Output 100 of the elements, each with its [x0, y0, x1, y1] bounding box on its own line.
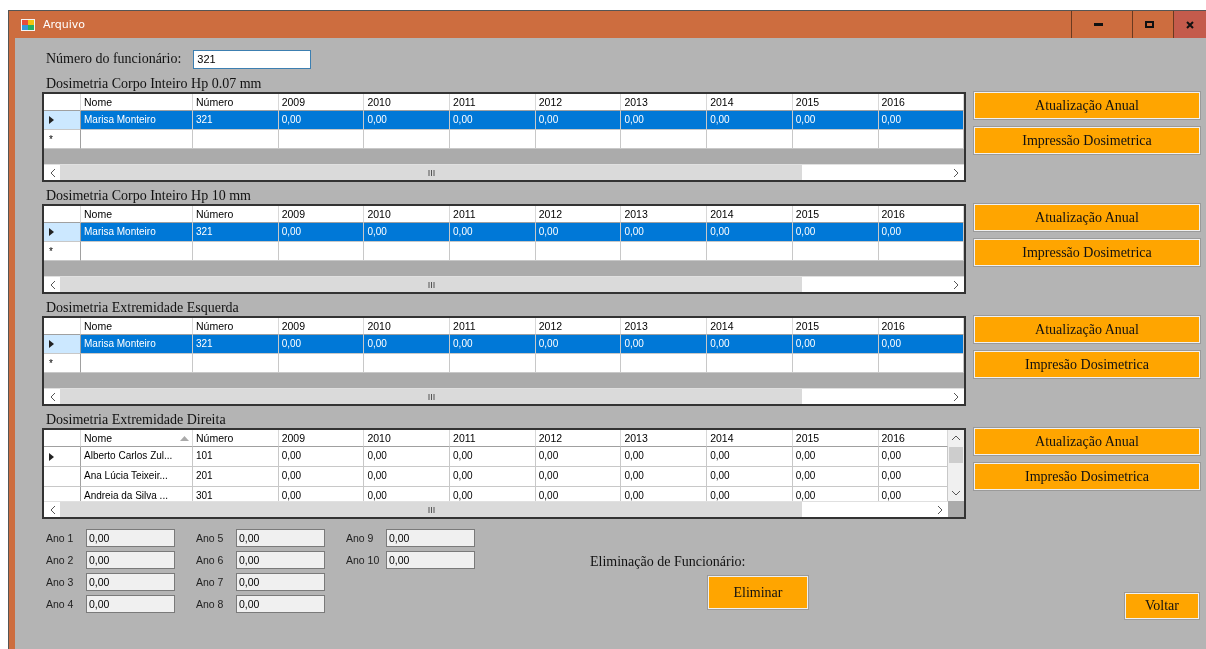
- row-header[interactable]: [44, 335, 81, 354]
- row-header[interactable]: *: [44, 130, 81, 149]
- year-field[interactable]: 0,00: [86, 551, 175, 569]
- employee-number-field[interactable]: 321: [193, 49, 312, 69]
- year-field[interactable]: 0,00: [236, 573, 325, 591]
- column-header[interactable]: 2013: [621, 318, 708, 335]
- year-field[interactable]: 0,00: [236, 595, 325, 613]
- column-header[interactable]: 2014: [707, 206, 793, 223]
- vertical-scrollbar[interactable]: [948, 430, 964, 501]
- table-cell: 201: [193, 467, 279, 487]
- scroll-thumb[interactable]: [60, 389, 802, 404]
- column-header[interactable]: 2011: [450, 94, 536, 111]
- column-header[interactable]: Número: [193, 430, 279, 447]
- horizontal-scrollbar[interactable]: [44, 501, 948, 517]
- scroll-thumb[interactable]: [949, 447, 963, 463]
- column-header[interactable]: 2014: [707, 430, 793, 447]
- column-header[interactable]: 2011: [450, 206, 536, 223]
- print-button[interactable]: Impressão Dosimetrica: [974, 127, 1200, 154]
- year-field[interactable]: 0,00: [236, 529, 325, 547]
- column-header[interactable]: 2010: [364, 430, 451, 447]
- column-header[interactable]: Nome: [81, 94, 193, 111]
- column-header[interactable]: 2014: [707, 318, 793, 335]
- scroll-up-icon[interactable]: [952, 435, 960, 440]
- column-header[interactable]: 2012: [535, 318, 622, 335]
- column-header[interactable]: 2011: [450, 430, 536, 447]
- horizontal-scrollbar[interactable]: [44, 388, 964, 404]
- year-field[interactable]: 0,00: [386, 551, 475, 569]
- column-header[interactable]: 2011: [450, 318, 536, 335]
- scroll-right-icon[interactable]: [937, 505, 943, 514]
- column-header[interactable]: 2015: [792, 94, 879, 111]
- column-header[interactable]: 2015: [792, 430, 879, 447]
- year-field[interactable]: 0,00: [386, 529, 475, 547]
- column-header[interactable]: 2009: [278, 430, 365, 447]
- column-header[interactable]: 2016: [878, 206, 964, 223]
- annual-update-button[interactable]: Atualização Anual: [974, 204, 1200, 231]
- table-cell: 0,00: [364, 487, 451, 501]
- scroll-left-icon[interactable]: [49, 280, 55, 289]
- annual-update-button[interactable]: Atualização Anual: [974, 316, 1200, 343]
- data-grid[interactable]: [42, 428, 966, 519]
- field-label: Número do funcionário:: [46, 51, 182, 67]
- scroll-thumb[interactable]: [60, 277, 802, 292]
- column-header[interactable]: 2010: [364, 206, 451, 223]
- horizontal-scrollbar[interactable]: [44, 276, 964, 292]
- scroll-right-icon[interactable]: [953, 392, 959, 401]
- delete-button[interactable]: Eliminar: [708, 576, 808, 609]
- annual-update-button[interactable]: Atualização Anual: [974, 92, 1200, 119]
- column-header[interactable]: 2016: [878, 94, 964, 111]
- year-field[interactable]: 0,00: [86, 595, 175, 613]
- field-label: Ano 3: [46, 576, 75, 588]
- data-grid[interactable]: Nome Número 2009 2010 2011 2012 2013 2014 2015 2016 Marisa Monteiro 321 0,00 0,00 0,00 0,00 0,00 0,00 0,00 0,00 *: [42, 92, 966, 182]
- scroll-thumb[interactable]: [60, 502, 802, 517]
- scroll-left-icon[interactable]: [49, 505, 55, 514]
- column-header[interactable]: Número: [193, 318, 279, 335]
- column-header[interactable]: Nome: [81, 430, 193, 447]
- data-grid[interactable]: Nome Número 2009 2010 2011 2012 2013 2014 2015 2016 Marisa Monteiro 321 0,00 0,00 0,00 0,00 0,00 0,00 0,00 0,00 *: [42, 204, 966, 294]
- column-header[interactable]: 2013: [621, 430, 708, 447]
- column-header[interactable]: 2014: [707, 94, 793, 111]
- year-field[interactable]: 0,00: [86, 529, 175, 547]
- column-header[interactable]: 2015: [792, 206, 879, 223]
- row-header[interactable]: *: [44, 354, 81, 373]
- print-button[interactable]: Impressão Dosimetrica: [974, 239, 1200, 266]
- close-button[interactable]: [1173, 11, 1206, 38]
- column-header[interactable]: 2012: [535, 206, 622, 223]
- scroll-right-icon[interactable]: [953, 168, 959, 177]
- row-header[interactable]: [44, 223, 81, 242]
- table-cell: 0,00: [878, 111, 964, 130]
- year-field[interactable]: 0,00: [86, 573, 175, 591]
- table-cell: 0,00: [707, 111, 793, 130]
- column-header[interactable]: 2015: [792, 318, 879, 335]
- scroll-left-icon[interactable]: [49, 168, 55, 177]
- row-header[interactable]: *: [44, 242, 81, 261]
- column-header[interactable]: Nome: [81, 318, 193, 335]
- column-header[interactable]: 2009: [278, 206, 365, 223]
- scroll-left-icon[interactable]: [49, 392, 55, 401]
- column-header[interactable]: 2013: [621, 206, 708, 223]
- column-header[interactable]: 2016: [878, 318, 964, 335]
- year-field[interactable]: 0,00: [236, 551, 325, 569]
- row-header[interactable]: [44, 111, 81, 130]
- row-header[interactable]: [44, 447, 81, 467]
- table-cell: 0,00: [535, 467, 622, 487]
- column-header[interactable]: 2012: [535, 430, 622, 447]
- column-header[interactable]: 2009: [278, 318, 365, 335]
- print-button[interactable]: Impresão Dosimetrica: [974, 463, 1200, 490]
- horizontal-scrollbar[interactable]: [44, 164, 964, 180]
- column-header[interactable]: 2009: [278, 94, 365, 111]
- column-header[interactable]: 2010: [364, 94, 451, 111]
- column-header[interactable]: Nome: [81, 206, 193, 223]
- annual-update-button[interactable]: Atualização Anual: [974, 428, 1200, 455]
- scroll-down-icon[interactable]: [952, 491, 960, 496]
- column-header[interactable]: 2013: [621, 94, 708, 111]
- scroll-right-icon[interactable]: [953, 280, 959, 289]
- back-button[interactable]: Voltar: [1125, 593, 1199, 619]
- column-header[interactable]: 2012: [535, 94, 622, 111]
- column-header[interactable]: Número: [193, 206, 279, 223]
- data-grid[interactable]: Nome Número 2009 2010 2011 2012 2013 2014 2015 2016 Marisa Monteiro 321 0,00 0,00 0,00 0,00 0,00 0,00 0,00 0,00 *: [42, 316, 966, 406]
- column-header[interactable]: Número: [193, 94, 279, 111]
- column-header[interactable]: 2016: [878, 430, 948, 447]
- print-button[interactable]: Impresão Dosimetrica: [974, 351, 1200, 378]
- column-header[interactable]: 2010: [364, 318, 451, 335]
- scroll-thumb[interactable]: [60, 165, 802, 180]
